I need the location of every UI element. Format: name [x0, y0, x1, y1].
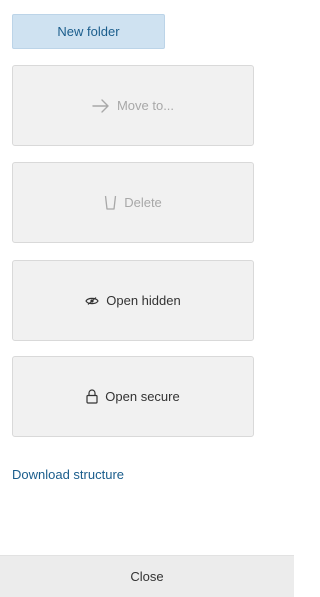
close-button[interactable]: Close [0, 555, 294, 597]
new-folder-button[interactable]: New folder [12, 14, 165, 49]
move-to-label: Move to... [116, 98, 175, 113]
eye-icon [85, 296, 99, 306]
open-hidden-label: Open hidden [106, 293, 181, 308]
delete-button[interactable]: Delete [12, 162, 254, 243]
delete-label: Delete [124, 195, 162, 210]
lock-icon [86, 389, 98, 404]
open-secure-button[interactable]: Open secure [12, 356, 254, 437]
close-label: Close [130, 569, 164, 584]
open-secure-label: Open secure [105, 389, 180, 404]
trash-icon [104, 195, 117, 210]
open-hidden-button[interactable]: Open hidden [12, 260, 254, 341]
arrow-right-icon [92, 98, 110, 113]
new-folder-label: New folder [57, 24, 120, 39]
move-to-button[interactable]: Move to... [12, 65, 254, 146]
folder-actions-panel: New folder Move to... Delete Open hidden [0, 0, 294, 597]
download-structure-link[interactable]: Download structure [12, 467, 124, 482]
